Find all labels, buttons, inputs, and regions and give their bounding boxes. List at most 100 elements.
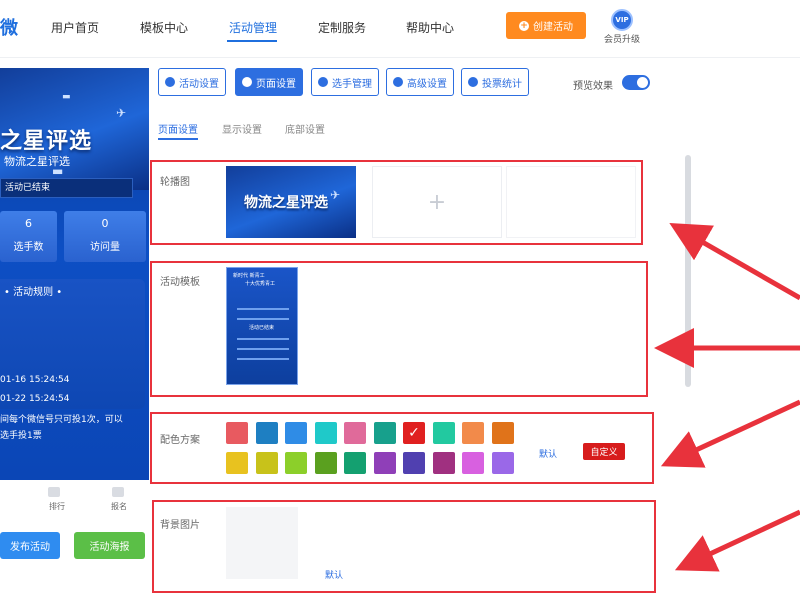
tool-label: 页面设置 [256,78,296,90]
create-activity-label: 创建活动 [533,22,573,33]
color-swatch[interactable] [373,452,396,474]
nav-item-custom-service[interactable]: 定制服务 [318,19,366,36]
nav-item-help-center[interactable]: 帮助中心 [406,19,454,36]
stat-visits: 0 访问量 [64,211,146,262]
tool-label: 投票统计 [482,78,522,90]
background-image-label: 背景图片 [160,520,200,531]
color-scheme-label: 配色方案 [160,435,200,446]
color-swatch[interactable] [491,452,514,474]
publish-activity-button[interactable]: 发布活动 [0,532,60,559]
color-swatch[interactable] [491,422,514,444]
template-thumb-bar [237,318,289,320]
carousel-image[interactable]: ✈ 物流之星评选 [226,166,356,238]
subtab-active-underline [158,138,198,140]
color-swatch[interactable] [226,422,248,444]
arrow-background [674,509,800,572]
logo: 微 [0,18,18,39]
tool-label: 活动设置 [179,78,219,90]
tab-contestant-management[interactable]: 选手管理 [311,68,379,96]
nav-active-underline [227,40,277,42]
background-default-link[interactable]: 默认 [325,568,343,581]
banner-title: 之星评选 [0,129,93,154]
top-nav: 微 用户首页 模板中心 活动管理 定制服务 帮助中心 + 创建活动 VIP 会员… [0,0,800,58]
color-swatch[interactable]: ✓ [401,420,427,446]
color-swatch[interactable] [462,422,484,444]
custom-color-button[interactable]: 自定义 [583,443,625,460]
settings-icon [393,77,403,87]
rules-title-text: 活动规则 [13,287,54,298]
rules-line: 01-22 15:24:54 [0,394,70,404]
tab-advanced-settings[interactable]: 高级设置 [386,68,454,96]
arrow-color-scheme [660,399,800,468]
tabbar-ranking[interactable]: 排行 [49,501,65,512]
stat-value: 0 [101,217,109,230]
preview-rules-panel [0,279,145,409]
color-swatch[interactable] [344,452,366,474]
settings-scrollbar[interactable] [685,155,691,387]
preview-toggle[interactable] [622,75,650,90]
preview-status-bar: 活动已结束 [0,178,133,198]
subtab-page-settings[interactable]: 页面设置 [158,121,198,136]
template-thumb-text: 活动已结束 [249,325,275,331]
airplane-icon: ✈ [116,106,127,120]
template-thumb-bar [237,348,289,350]
subtab-footer-settings[interactable]: 底部设置 [285,121,325,136]
activity-poster-button[interactable]: 活动海报 [74,532,145,559]
add-carousel-image-button[interactable]: + [372,166,502,238]
color-swatch[interactable] [226,452,248,474]
app-root: 微 用户首页 模板中心 活动管理 定制服务 帮助中心 + 创建活动 VIP 会员… [0,0,800,600]
color-swatch[interactable] [432,452,455,474]
color-swatch[interactable] [462,452,484,474]
nav-item-user-home[interactable]: 用户首页 [51,19,99,36]
stat-contestants: 6 选手数 [0,211,57,262]
preview-banner: ✈ ▬ 之星评选 ▬ [0,68,149,190]
gear-icon [242,77,252,87]
gear-icon [165,77,175,87]
check-icon: ✓ [408,425,420,441]
color-swatch[interactable] [255,452,278,474]
color-swatch[interactable] [432,422,455,444]
color-swatch[interactable] [255,422,278,444]
template-thumb-bar [237,338,289,340]
template-label: 活动模板 [160,277,200,288]
airplane-icon: ✈ [330,188,341,202]
color-swatch[interactable] [403,452,425,474]
empty-carousel-slot [506,166,636,238]
template-section [150,261,648,397]
subtab-display-settings[interactable]: 显示设置 [222,121,262,136]
plus-icon: + [519,20,529,31]
color-swatch[interactable] [314,452,337,474]
chart-icon [468,77,478,87]
rules-title: • 活动规则 • [4,287,63,298]
stat-label: 访问量 [90,242,120,253]
template-thumbnail[interactable]: 新时代 新青工 十大优秀青工 活动已结束 [226,267,298,385]
template-thumb-text: 新时代 新青工 [233,273,265,279]
carousel-image-title: 物流之星评选 [244,195,328,211]
template-thumb-text: 十大优秀青工 [245,281,276,287]
tab-activity-settings[interactable]: 活动设置 [158,68,226,96]
rules-line: 01-16 15:24:54 [0,375,70,385]
tool-label: 高级设置 [407,78,447,90]
background-image-upload[interactable] [226,507,298,579]
color-swatch[interactable] [285,422,307,444]
signup-icon[interactable] [112,487,124,497]
color-swatch[interactable] [344,422,366,444]
rules-line: 间每个微信号只可投1次，可以 [0,415,123,425]
color-swatch[interactable] [314,422,337,444]
tab-page-settings[interactable]: 页面设置 [235,68,303,96]
color-default-link[interactable]: 默认 [539,447,557,460]
color-swatch[interactable] [373,422,396,444]
users-icon [318,77,328,87]
tab-vote-statistics[interactable]: 投票统计 [461,68,529,96]
color-swatch[interactable] [285,452,307,474]
stat-label: 选手数 [13,242,44,253]
create-activity-button[interactable]: + 创建活动 [506,12,586,39]
vip-upgrade-link[interactable]: 会员升级 [604,32,640,45]
stat-value: 6 [25,217,32,230]
arrow-carousel [669,223,800,301]
nav-item-template-center[interactable]: 模板中心 [140,19,188,36]
vip-icon[interactable]: VIP [611,9,633,31]
tabbar-signup[interactable]: 报名 [111,501,127,512]
nav-item-activity-management[interactable]: 活动管理 [229,19,277,36]
ranking-icon[interactable] [48,487,60,497]
